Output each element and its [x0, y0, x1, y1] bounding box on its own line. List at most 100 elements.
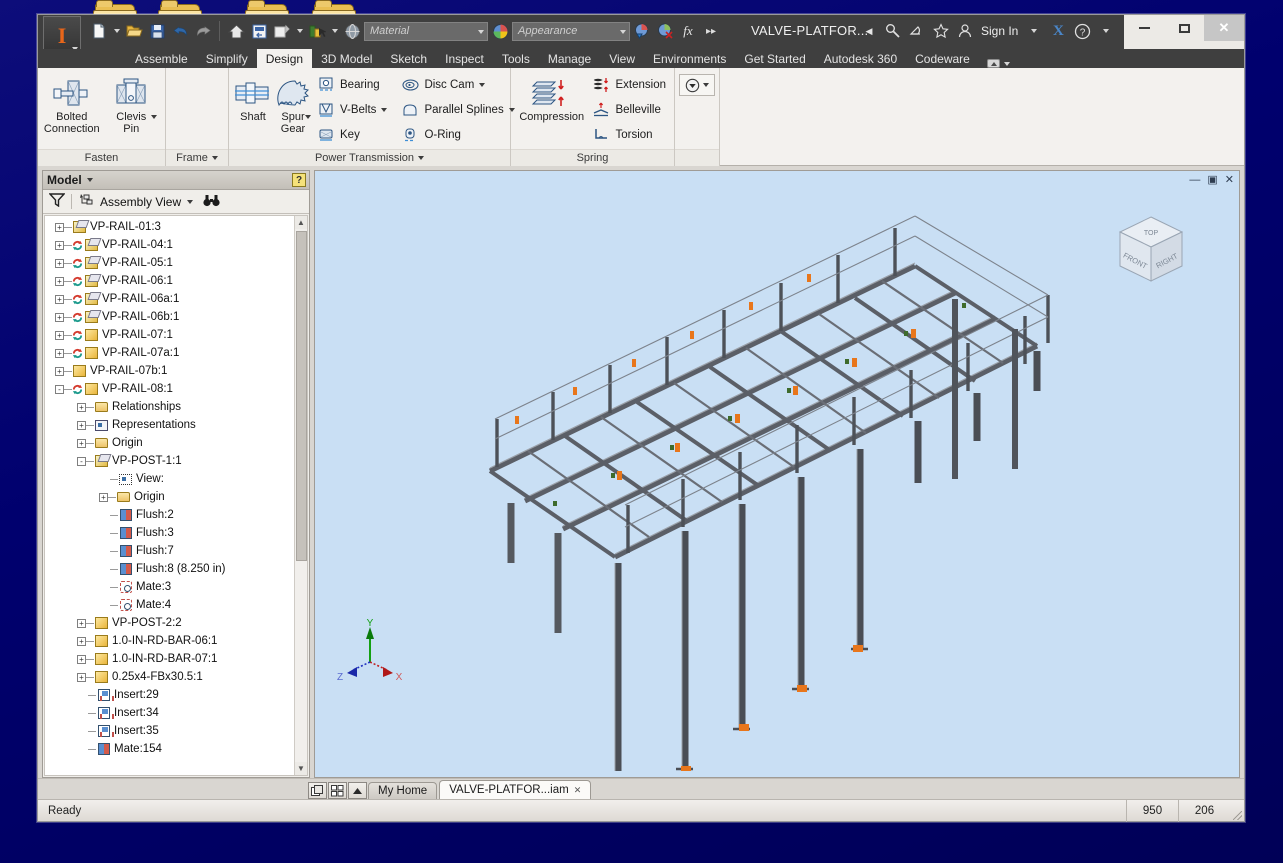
material-combobox[interactable]: Material — [364, 21, 488, 41]
tree-expander[interactable]: + — [77, 420, 86, 430]
tree-expander[interactable]: + — [77, 618, 86, 628]
tab-manage[interactable]: Manage — [539, 49, 600, 68]
tree-expander[interactable]: + — [77, 672, 86, 682]
tab-codeware[interactable]: Codeware — [906, 49, 979, 68]
tab-sketch[interactable]: Sketch — [381, 49, 436, 68]
tree-node[interactable]: Insert:29 — [45, 686, 307, 704]
tree-expander[interactable]: + — [55, 258, 64, 268]
bolted-connection-button[interactable]: Bolted Connection — [42, 71, 102, 135]
clear-appearance-icon[interactable] — [654, 19, 676, 43]
close-window-button[interactable]: ✕ — [1204, 15, 1244, 41]
tab-simplify[interactable]: Simplify — [197, 49, 257, 68]
tile-windows-icon[interactable] — [308, 782, 327, 799]
search-icon[interactable] — [882, 20, 904, 42]
redo-icon[interactable] — [192, 19, 214, 43]
maximize-window-button[interactable] — [1164, 15, 1204, 41]
tree-node[interactable]: + VP-RAIL-07a:1 — [45, 344, 307, 362]
panel-overflow-button[interactable] — [679, 74, 715, 96]
graphics-viewport[interactable]: — ▣ ✕ TOP FRONT RIGHT Y X Z — [314, 170, 1240, 778]
scroll-up-arrow-icon[interactable]: ▲ — [295, 216, 307, 229]
open-file-icon[interactable] — [123, 19, 145, 43]
tree-node[interactable]: + VP-RAIL-06b:1 — [45, 308, 307, 326]
parallel-splines-button[interactable]: Parallel Splines — [397, 98, 518, 122]
undo-icon[interactable] — [169, 19, 191, 43]
tab-environments[interactable]: Environments — [644, 49, 735, 68]
tab-assemble[interactable]: Assemble — [126, 49, 197, 68]
tab-tools[interactable]: Tools — [493, 49, 539, 68]
tree-node[interactable]: + VP-RAIL-06a:1 — [45, 290, 307, 308]
select-dropdown-icon[interactable] — [329, 19, 340, 43]
tree-node[interactable]: Flush:7 — [45, 542, 307, 560]
tree-expander[interactable]: - — [55, 384, 64, 394]
tree-expander[interactable]: + — [55, 294, 64, 304]
tree-expander[interactable]: + — [55, 222, 64, 232]
help-icon[interactable]: ? — [1071, 20, 1093, 42]
tree-scrollbar[interactable]: ▲ ▼ — [294, 216, 307, 775]
tab-inspect[interactable]: Inspect — [436, 49, 493, 68]
minimize-window-button[interactable] — [1124, 15, 1164, 41]
appearance-combobox[interactable]: Appearance — [512, 21, 630, 41]
adjust-appearance-icon[interactable] — [631, 19, 653, 43]
scroll-down-arrow-icon[interactable]: ▼ — [295, 762, 307, 775]
tree-node[interactable]: + Relationships — [45, 398, 307, 416]
tree-expander[interactable]: + — [55, 330, 64, 340]
binoculars-icon[interactable] — [203, 194, 220, 210]
arrange-icon[interactable] — [328, 782, 347, 799]
tree-expander[interactable]: + — [99, 492, 108, 502]
panel-label-power-transmission-row[interactable]: Power Transmission — [229, 149, 510, 166]
tree-node[interactable]: +1.0-IN-RD-BAR-07:1 — [45, 650, 307, 668]
filter-icon[interactable] — [48, 193, 66, 210]
tree-node[interactable]: + Representations — [45, 416, 307, 434]
tree-node[interactable]: Flush:3 — [45, 524, 307, 542]
shaft-button[interactable]: Shaft — [233, 71, 273, 123]
tree-node[interactable]: + VP-RAIL-05:1 — [45, 254, 307, 272]
model-tree[interactable]: + VP-RAIL-01:3 + VP-RAIL-04:1 + VP-RAIL-05:1 +… — [44, 215, 308, 776]
tab-3d-model[interactable]: 3D Model — [312, 49, 381, 68]
new-file-icon[interactable] — [88, 19, 110, 43]
update-icon[interactable] — [271, 19, 293, 43]
collapse-left-icon[interactable]: ◀ — [858, 20, 880, 42]
tree-node[interactable]: + VP-RAIL-07:1 — [45, 326, 307, 344]
tree-node[interactable]: + VP-RAIL-04:1 — [45, 236, 307, 254]
tab-autodesk-360[interactable]: Autodesk 360 — [815, 49, 906, 68]
new-file-dropdown-icon[interactable] — [111, 19, 122, 43]
tree-expander[interactable]: + — [77, 438, 86, 448]
tree-node[interactable]: + Origin — [45, 488, 307, 506]
disc-cam-button[interactable]: Disc Cam — [397, 73, 518, 97]
tree-node[interactable]: View: — [45, 470, 307, 488]
return-icon[interactable] — [248, 19, 270, 43]
tree-node[interactable]: + VP-RAIL-07b:1 — [45, 362, 307, 380]
tree-scroll-thumb[interactable] — [296, 231, 307, 561]
tree-expander[interactable]: + — [55, 312, 64, 322]
clevis-pin-button[interactable]: Clevis Pin — [102, 71, 162, 135]
compression-spring-button[interactable]: Compression — [515, 71, 588, 123]
tree-expander[interactable]: + — [55, 348, 64, 358]
tab-view[interactable]: View — [600, 49, 644, 68]
tree-expander[interactable]: + — [77, 636, 86, 646]
tree-node[interactable]: Insert:35 — [45, 722, 307, 740]
tree-node[interactable]: Flush:2 — [45, 506, 307, 524]
extension-spring-button[interactable]: Extension — [588, 73, 670, 97]
tab-design[interactable]: Design — [256, 49, 313, 68]
panel-label-frame-row[interactable]: Frame — [166, 149, 228, 166]
appearance-globe-icon[interactable] — [489, 19, 511, 43]
bearing-button[interactable]: Bearing — [313, 73, 391, 97]
v-belts-button[interactable]: V-Belts — [313, 98, 391, 122]
tree-node[interactable]: Flush:8 (8.250 in) — [45, 560, 307, 578]
tab-get-started[interactable]: Get Started — [735, 49, 814, 68]
key-button[interactable]: Key — [313, 123, 391, 147]
tree-node[interactable]: Mate:4 — [45, 596, 307, 614]
spur-gear-button[interactable]: Spur Gear — [273, 71, 313, 135]
select-icon[interactable] — [306, 19, 328, 43]
tree-node[interactable]: Mate:3 — [45, 578, 307, 596]
tree-node[interactable]: + Origin — [45, 434, 307, 452]
tree-node[interactable]: - VP-RAIL-08:1 — [45, 380, 307, 398]
tree-node[interactable]: + VP-POST-2:2 — [45, 614, 307, 632]
doc-tab-my-home[interactable]: My Home — [368, 782, 438, 799]
help-dropdown-icon[interactable] — [1095, 20, 1117, 42]
tree-expander[interactable]: + — [55, 240, 64, 250]
user-account-icon[interactable] — [954, 20, 976, 42]
save-icon[interactable] — [146, 19, 168, 43]
tree-node[interactable]: +0.25x4-FBx30.5:1 — [45, 668, 307, 686]
qat-overflow-icon[interactable]: ▸▸ — [700, 19, 722, 43]
